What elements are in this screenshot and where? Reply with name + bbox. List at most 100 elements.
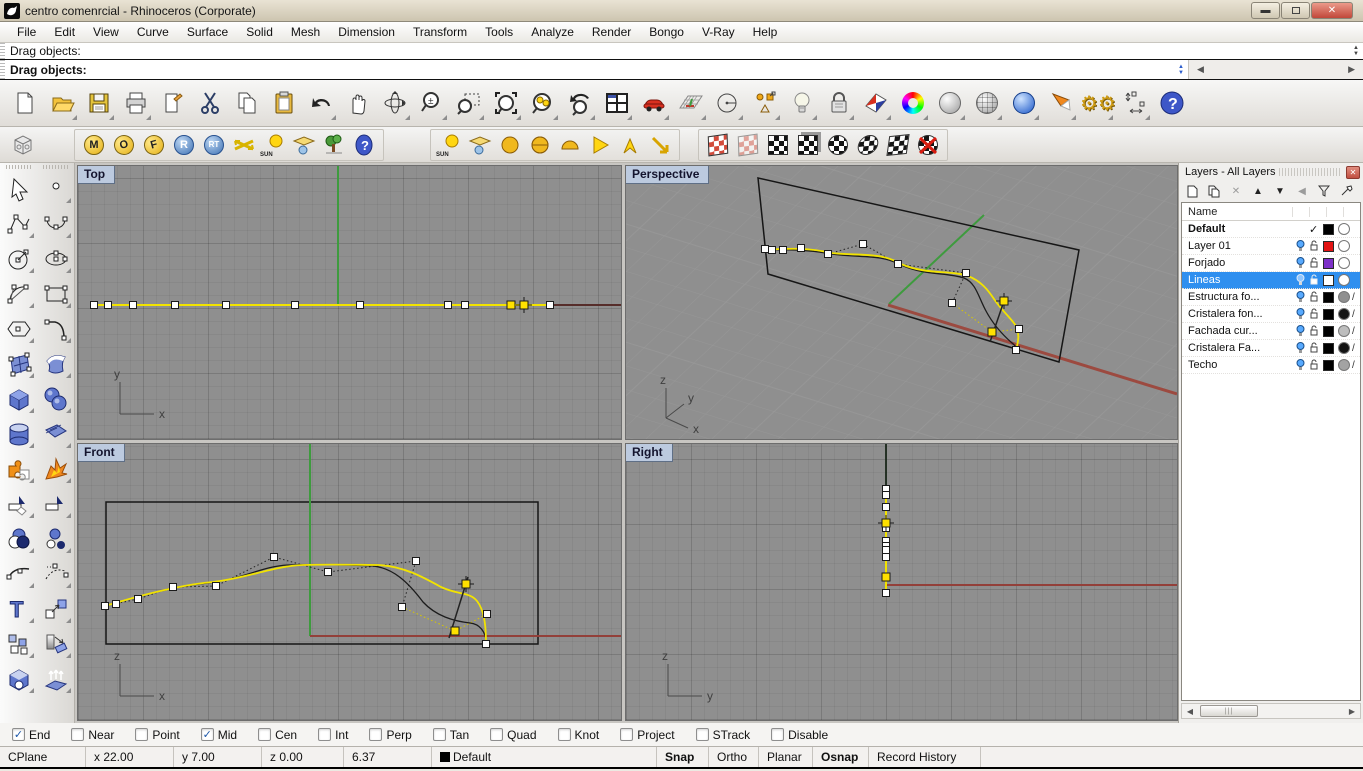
layer-row[interactable]: Cristalera fon... / xyxy=(1182,306,1360,323)
layer-material-icon[interactable] xyxy=(1338,240,1350,252)
menu-edit[interactable]: Edit xyxy=(45,23,84,41)
layer-material-icon[interactable] xyxy=(1338,257,1350,269)
layers-panel-titlebar[interactable]: Layers - All Layers ✕ xyxy=(1179,163,1363,181)
split-icon[interactable] xyxy=(39,486,73,521)
render-mesh-icon[interactable] xyxy=(970,83,1004,123)
hatch-icon[interactable] xyxy=(859,83,893,123)
restore-button[interactable] xyxy=(1281,2,1310,19)
layer-row[interactable]: Layer 01 xyxy=(1182,238,1360,255)
osnap-knot[interactable]: Knot xyxy=(557,728,599,742)
options-icon[interactable]: ⚙⚙ xyxy=(1080,83,1116,123)
layer-color-swatch[interactable] xyxy=(1323,223,1334,235)
menu-analyze[interactable]: Analyze xyxy=(522,23,583,41)
osnap-toggle[interactable]: Osnap xyxy=(813,747,869,767)
move-down-icon[interactable]: ▼ xyxy=(1272,183,1288,199)
undo-view-icon[interactable] xyxy=(563,83,597,123)
vray-material-editor-icon[interactable]: M xyxy=(79,131,109,159)
layer-on-bulb-icon[interactable] xyxy=(1293,257,1307,269)
layer-material-icon[interactable] xyxy=(1338,291,1350,303)
ortho-toggle[interactable]: Ortho xyxy=(709,747,759,767)
render-cone-icon[interactable] xyxy=(1044,83,1078,123)
layer-color-swatch[interactable] xyxy=(1323,240,1334,252)
fillet-curve-icon[interactable] xyxy=(2,556,36,591)
uvw-editor-icon[interactable] xyxy=(703,131,733,159)
tool-column-grip[interactable] xyxy=(42,165,69,169)
undo-icon[interactable] xyxy=(304,83,338,123)
layer-lock-icon[interactable] xyxy=(1307,257,1321,269)
command-history-scroll[interactable]: ▲ ▼ xyxy=(1349,43,1363,59)
sphere-icon[interactable] xyxy=(39,381,73,416)
layer-lock-icon[interactable] xyxy=(1307,308,1321,320)
snap-toggle[interactable]: Snap xyxy=(657,747,709,767)
layer-on-bulb-icon[interactable] xyxy=(1293,291,1307,303)
spherical-mapping-icon[interactable] xyxy=(823,131,853,159)
polyline-icon[interactable] xyxy=(2,206,36,241)
record-history-toggle[interactable]: Record History xyxy=(869,747,981,767)
layer-color-swatch[interactable] xyxy=(1323,325,1334,337)
layers-horizontal-scrollbar[interactable]: ◀ ||| ▶ xyxy=(1181,703,1361,719)
dimension-icon[interactable] xyxy=(1118,83,1152,123)
layer-on-bulb-icon[interactable] xyxy=(1293,274,1307,286)
osnap-tan[interactable]: Tan xyxy=(432,728,469,742)
layers-panel-close-icon[interactable]: ✕ xyxy=(1346,165,1360,179)
layer-lock-icon[interactable] xyxy=(1307,359,1321,371)
command-history-grip[interactable] xyxy=(0,43,5,59)
flag-icon[interactable] xyxy=(585,131,615,159)
copy-layer-icon[interactable] xyxy=(1206,183,1222,199)
pan-icon[interactable] xyxy=(341,83,375,123)
command-line[interactable]: Drag objects: ▲ ▼ ◀ ▶ xyxy=(0,60,1363,80)
orient-icon[interactable] xyxy=(39,626,73,661)
layer-on-bulb-icon[interactable] xyxy=(1293,342,1307,354)
viewport-perspective-label[interactable]: Perspective xyxy=(626,166,710,184)
osnap-project[interactable]: Project xyxy=(620,728,675,742)
vray-axes-icon[interactable] xyxy=(229,131,259,159)
layer-color-swatch[interactable] xyxy=(1323,291,1334,303)
layer-on-bulb-icon[interactable] xyxy=(1293,359,1307,371)
viewport-front-label[interactable]: Front xyxy=(78,444,125,462)
cut-icon[interactable] xyxy=(193,83,227,123)
mesh-light-icon[interactable] xyxy=(555,131,585,159)
polygon-icon[interactable] xyxy=(2,311,36,346)
arc-icon[interactable] xyxy=(2,276,36,311)
zoom-icon[interactable]: ± xyxy=(415,83,449,123)
solid-edit-icon[interactable] xyxy=(2,661,36,696)
plane-icon[interactable] xyxy=(39,416,73,451)
layer-row[interactable]: Fachada cur... / xyxy=(1182,323,1360,340)
minimize-button[interactable]: ▬ xyxy=(1251,2,1280,19)
viewport-top-label[interactable]: Top xyxy=(78,166,116,184)
circle-tool-icon[interactable] xyxy=(2,241,36,276)
uvw-off-icon[interactable] xyxy=(733,131,763,159)
box-mapping-icon[interactable] xyxy=(793,131,823,159)
menu-vray[interactable]: V-Ray xyxy=(693,23,744,41)
move-up-icon[interactable]: ▲ xyxy=(1250,183,1266,199)
arrow-up-icon[interactable] xyxy=(615,131,645,159)
layer-lock-icon[interactable] xyxy=(1307,342,1321,354)
command-line-scrollbar[interactable]: ◀ ▶ xyxy=(1188,60,1363,79)
layer-on-bulb-icon[interactable] xyxy=(1293,325,1307,337)
open-icon[interactable] xyxy=(45,83,79,123)
filter-icon[interactable] xyxy=(1316,183,1332,199)
current-layer-cell[interactable]: Default xyxy=(432,747,657,767)
delete-layer-icon[interactable]: ✕ xyxy=(1228,183,1244,199)
print-preview-icon[interactable] xyxy=(156,83,190,123)
osnap-int[interactable]: Int xyxy=(318,728,348,742)
menu-dimension[interactable]: Dimension xyxy=(329,23,404,41)
zoom-selected-icon[interactable] xyxy=(526,83,560,123)
osnap-cen[interactable]: Cen xyxy=(258,728,297,742)
named-views-icon[interactable] xyxy=(637,83,671,123)
layer-row[interactable]: Estructura fo... / xyxy=(1182,289,1360,306)
menu-curve[interactable]: Curve xyxy=(128,23,178,41)
vray-option-o-icon[interactable]: O xyxy=(109,131,139,159)
osnap-mid[interactable]: ✓ Mid xyxy=(200,728,237,742)
menu-mesh[interactable]: Mesh xyxy=(282,23,329,41)
cylinder-icon[interactable] xyxy=(2,416,36,451)
zoom-extents-icon[interactable] xyxy=(489,83,523,123)
print-icon[interactable] xyxy=(119,83,153,123)
osnap-quad[interactable]: Quad xyxy=(490,728,537,742)
viewport-layout-icon[interactable] xyxy=(600,83,634,123)
menu-bongo[interactable]: Bongo xyxy=(640,23,693,41)
scroll-right-icon[interactable]: ▶ xyxy=(1344,704,1360,718)
circle-icon[interactable] xyxy=(711,83,745,123)
menu-render[interactable]: Render xyxy=(583,23,640,41)
ellipse-icon[interactable] xyxy=(39,241,73,276)
